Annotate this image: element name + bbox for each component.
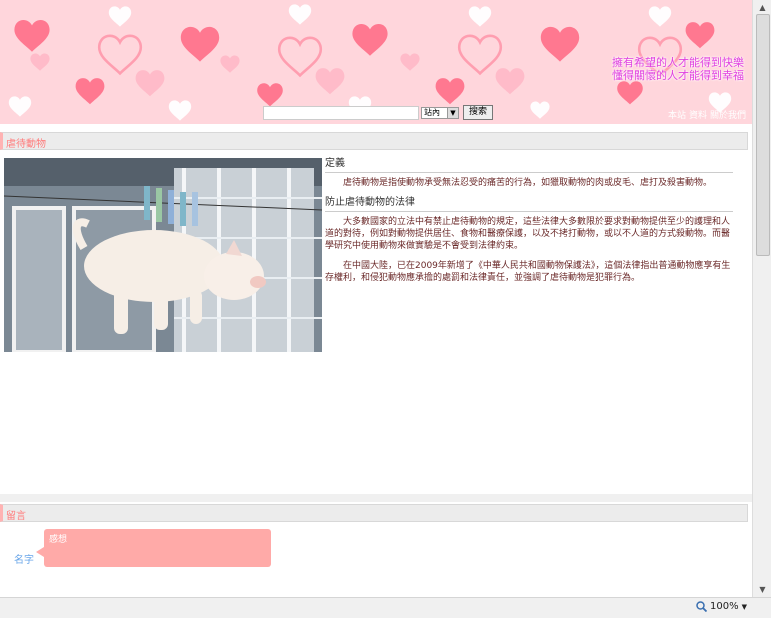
article-content: 定義 虐待動物是指使動物承受無法忍受的痛苦的行為，如獵取動物的肉或皮毛、虐打及殺… [325,158,733,292]
comment-name-label: 名字 [14,555,34,566]
search-input[interactable] [263,105,419,120]
chevron-down-icon: ▼ [741,602,747,611]
article-section-header: 虐待動物 [0,132,748,150]
comment-placeholder: 感想 [49,535,68,545]
definition-text: 虐待動物是指使動物承受無法忍受的痛苦的行為，如獵取動物的肉或皮毛、虐打及殺害動物… [343,178,713,188]
article-photo [4,158,322,352]
chevron-down-icon: ▼ [447,107,458,118]
comment-input-bubble[interactable]: 感想 [36,529,271,567]
law-paragraph-2: 在中國大陸，已在2009年新增了《中華人民共和國動物保護法》，這個法律指出普通動… [325,261,731,283]
law-paragraph-1: 大多數國家的立法中有禁止虐待動物的規定，這些法律大多數限於要求對動物提供至少的護… [325,217,731,251]
nav-item-home[interactable]: 本站 [668,108,686,121]
browser-viewport: 擁有希望的人才能得到快樂 懂得關懷的人才能得到幸福 站內 ▼ 搜索 本站 資料 … [0,0,752,597]
nav-item-about[interactable]: 關於我們 [710,108,746,121]
nav-item-data[interactable]: 資料 [689,108,707,121]
zoom-level: 100% [710,601,739,612]
vertical-scrollbar[interactable]: ▲ ▼ [752,0,771,597]
section-title: 虐待動物 [6,139,46,150]
search-scope-value: 站內 [424,108,440,117]
search-button[interactable]: 搜索 [463,105,494,120]
comments-title: 留言 [6,511,26,522]
search-bar: 站內 ▼ 搜索 [263,105,494,120]
zoom-control[interactable]: 100% ▼ [696,601,747,612]
top-nav: 本站 資料 關於我們 [668,108,746,121]
pig-on-clothesline-image [4,158,322,352]
scroll-up-icon[interactable]: ▲ [753,0,771,15]
header-banner: 擁有希望的人才能得到快樂 懂得關懷的人才能得到幸福 站內 ▼ 搜索 本站 資料 … [0,0,752,124]
magnifier-icon [696,601,707,612]
scroll-down-icon[interactable]: ▼ [753,582,771,597]
law-heading: 防止虐待動物的法律 [325,197,733,212]
search-scope-select[interactable]: 站內 ▼ [421,106,459,119]
slogan-line-2: 懂得關懷的人才能得到幸福 [612,69,744,82]
comments-section-header: 留言 [0,504,748,522]
definition-heading: 定義 [325,158,733,173]
browser-status-bar: 100% ▼ [0,597,771,618]
slogan: 擁有希望的人才能得到快樂 懂得關懷的人才能得到幸福 [612,56,744,82]
scrollbar-thumb[interactable] [756,14,770,256]
divider [0,494,752,502]
slogan-line-1: 擁有希望的人才能得到快樂 [612,56,744,69]
